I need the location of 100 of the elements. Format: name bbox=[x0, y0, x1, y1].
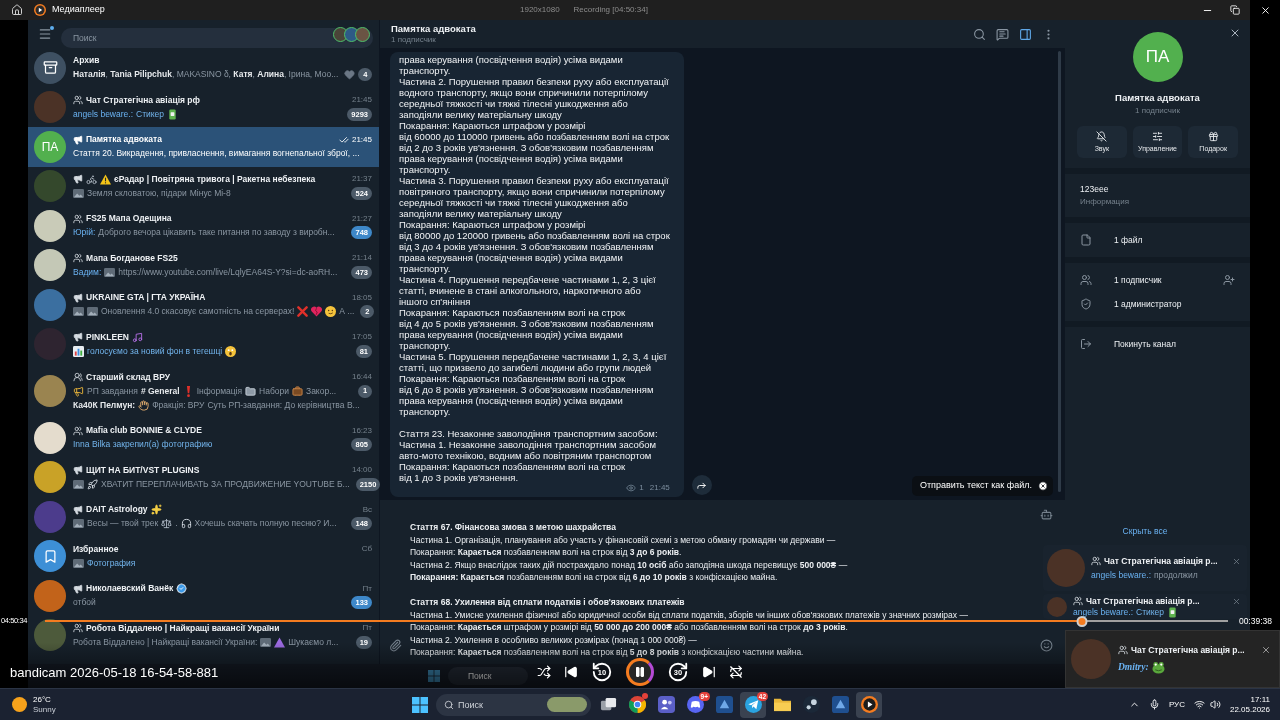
message-preview: А ... bbox=[339, 305, 355, 319]
progress-thumb[interactable] bbox=[1077, 615, 1088, 627]
megaphone-icon bbox=[73, 332, 83, 343]
comments-icon[interactable] bbox=[996, 27, 1009, 41]
taskbar-search-bar[interactable]: Поиск bbox=[436, 693, 591, 716]
panel-menu-item[interactable]: 1 файл bbox=[1065, 228, 1250, 252]
wifi-icon[interactable] bbox=[1193, 699, 1205, 710]
thumbnail-icon bbox=[73, 306, 84, 318]
notification-title: Чат Стратегічна авіація р... bbox=[1104, 556, 1218, 566]
chat-title: DAIT Astrology bbox=[86, 503, 148, 517]
search-icon[interactable] bbox=[973, 27, 986, 41]
thumbnail-icon bbox=[73, 557, 84, 569]
video-title: bandicam 2026-05-18 16-54-58-881 bbox=[10, 665, 219, 680]
message-input-field[interactable]: Стаття 67. Фінансова змова з метою шахрайства Частина 1. Організація, планування або участь у фінансовій схемі з метою обману громадян чи держави — Покарання: Карається позбавленням волі на строк від 3 до 6 років. Частина 2. Якщо внаслідок таких дій постраждало понад 10 осіб або заподіяна шкода перевищує 500 000₴ — Покарання: Карається позбавленням волі на строк від 6 до 10 років з конфіскацією майна. Стаття 68. Ухилення від сплати податків і обов'язкових платежів Частина 1. Умисне ухилення фізичної або юридичної особи від сплати податків, зборів чи інших обов'язкових платежів у значних розмірах — Покарання: Карається штрафом у розмірі від 50 000 до 200 000₴ або позбавленням волі на строк до 3 років. Частина 2. Ухилення в особливо великих розмірах (понад 1 000 000₴) — Покарання: Карається позбавленням волі на строк від 5 до 8 років з конфіскацією частини майна. bbox=[410, 500, 1027, 664]
chat-time: 21:14 bbox=[351, 252, 372, 265]
home-icon[interactable] bbox=[11, 4, 23, 16]
avatar-initials: ПА bbox=[1132, 32, 1183, 82]
restore-icon[interactable] bbox=[1230, 5, 1240, 15]
chat-title: UKRAINE GTA | ГТА УКРАЇНА bbox=[86, 291, 206, 305]
close-icon[interactable] bbox=[1038, 481, 1048, 491]
people-icon bbox=[73, 623, 83, 634]
side-panel-icon[interactable] bbox=[1019, 27, 1032, 41]
message-preview: Інформація bbox=[196, 384, 243, 398]
shuffle-icon[interactable] bbox=[537, 665, 551, 679]
play-icon bbox=[860, 696, 878, 713]
chat-title: Мапа Богданове FS25 bbox=[86, 251, 178, 265]
chat-time: 16:23 bbox=[351, 424, 372, 437]
chat-time: 17:05 bbox=[351, 331, 372, 344]
start-button[interactable] bbox=[412, 696, 428, 713]
muted-bell-icon bbox=[1096, 130, 1108, 142]
panel-menu-item[interactable]: Покинуть канал bbox=[1065, 332, 1250, 356]
chat-title: Чат Стратегічна авіація рф bbox=[86, 93, 200, 107]
media-label: Стикер bbox=[136, 107, 165, 121]
bookmark-icon bbox=[42, 548, 58, 564]
chat-title: FS25 Мапа Одещина bbox=[86, 212, 172, 226]
message-preview: Доброго вечора цікавить таке питання по заводу з виробн... bbox=[98, 226, 335, 240]
emoji-icon[interactable] bbox=[1039, 639, 1053, 652]
sticker-icon bbox=[1167, 606, 1179, 618]
chat-time: 21:27 bbox=[351, 212, 372, 225]
sender-name: Юрій: bbox=[73, 226, 96, 240]
hide-all-link[interactable]: Скрыть все bbox=[1122, 523, 1168, 539]
skip-forward-icon[interactable] bbox=[702, 665, 716, 679]
attach-icon[interactable] bbox=[388, 639, 402, 652]
tooltip-text: Отправить текст как файл. bbox=[919, 479, 1032, 493]
menu-icon bbox=[38, 27, 52, 41]
message-preview: продолжил bbox=[1154, 570, 1198, 580]
megaphone-icon bbox=[73, 174, 83, 185]
message-preview: Весы — твой трек bbox=[87, 517, 159, 531]
people-icon bbox=[1073, 596, 1083, 606]
chat-time: 16:44 bbox=[351, 371, 372, 383]
taskbar-app-button[interactable] bbox=[856, 691, 882, 718]
close-icon[interactable] bbox=[1229, 27, 1241, 39]
clockwise-arrow-icon bbox=[667, 661, 689, 683]
microphone-icon[interactable] bbox=[1148, 699, 1160, 710]
chat-list-item[interactable]: ПА Памятка адвоката 21:45 Стаття 20. Викрадення, привласнення, вимагання вогнепальної зброї, ... bbox=[28, 127, 379, 167]
search-box[interactable]: Поиск bbox=[448, 667, 528, 685]
chat-title: єРадар | Повітряна тривога | Ракетна небезпека bbox=[114, 172, 316, 186]
chat-list-item[interactable]: Избранное Сб Фотография bbox=[28, 536, 379, 576]
weather-condition: Sunny bbox=[33, 704, 56, 715]
skip-back-icon[interactable] bbox=[564, 665, 578, 679]
close-button[interactable] bbox=[1250, 0, 1280, 20]
panel-menu-item[interactable]: 1 подписчик bbox=[1065, 268, 1250, 292]
input-language[interactable]: РУС bbox=[1168, 698, 1185, 711]
about-text: 123eee bbox=[1080, 183, 1110, 196]
add-user-icon[interactable] bbox=[1223, 274, 1235, 286]
bar-chart-icon bbox=[73, 345, 84, 357]
chat-title: Mafia club BONNIE & CLYDE bbox=[86, 424, 202, 438]
forward-button[interactable] bbox=[691, 475, 712, 495]
megaphone-icon bbox=[73, 583, 83, 594]
sender-name: Ка40К Пелмун: bbox=[73, 398, 136, 412]
search-field[interactable]: Поиск bbox=[61, 28, 373, 48]
file-icon bbox=[1080, 234, 1092, 246]
megaphone-icon bbox=[73, 292, 83, 303]
counterclockwise-arrow-icon bbox=[591, 661, 613, 683]
stacked-windows-icon bbox=[599, 696, 617, 713]
folder-icon bbox=[773, 696, 791, 713]
panel-menu-item[interactable]: 1 администратор bbox=[1065, 292, 1250, 316]
clock[interactable]: 17:11 22.05.2026 bbox=[1229, 694, 1270, 715]
four-squares-logo-icon bbox=[428, 670, 440, 682]
window-title: Медиаплеер bbox=[52, 3, 105, 17]
menu-button[interactable] bbox=[38, 27, 52, 41]
people-icon bbox=[73, 372, 83, 382]
sender-name: angels beware.: bbox=[73, 107, 133, 121]
repeat-off-icon[interactable] bbox=[729, 665, 743, 679]
bot-icon[interactable] bbox=[1039, 508, 1053, 521]
broken-heart-icon bbox=[311, 306, 323, 318]
speaker-icon[interactable] bbox=[1209, 699, 1221, 710]
media-label: Inna Bilka закрепил(а) фотографию bbox=[73, 438, 213, 452]
folder-icon bbox=[245, 385, 257, 397]
recording-status: Recording [04:50:34] bbox=[573, 4, 648, 16]
chat-title: PINKLEEN bbox=[86, 330, 129, 344]
hand-icon bbox=[138, 399, 150, 411]
message-preview: отбой bbox=[73, 596, 96, 610]
taskbar-search-field[interactable]: Поиск bbox=[458, 696, 543, 713]
subscriber-count: 1 подписчик bbox=[391, 35, 437, 45]
tricolor-circle-icon bbox=[628, 696, 646, 713]
recording-resolution: 1920x1080 bbox=[520, 4, 560, 16]
chat-time: 21:45 bbox=[351, 94, 372, 107]
message-preview: Робота Віддалено | Найкращі вакансії України: bbox=[73, 635, 258, 649]
message-preview: Наталія, Tania Pilipchuk, MAKASINO δ, Катя, Алина, Ірина, Моо... bbox=[73, 68, 339, 82]
